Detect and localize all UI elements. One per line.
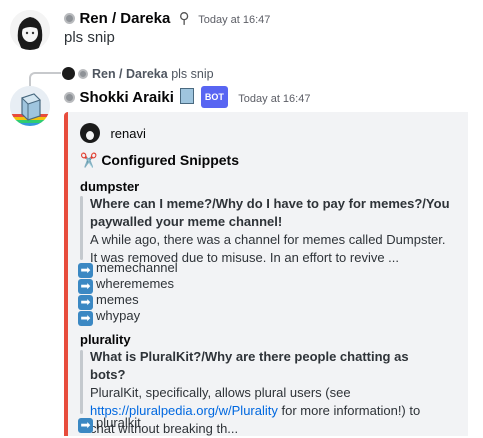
message2-author[interactable]: Shokki Araiki bbox=[79, 89, 173, 106]
alias-list-plurality: ➡ pluralkit bbox=[78, 415, 141, 433]
alias-label: pluralkit bbox=[96, 415, 141, 430]
pronoun-icon: ⚲ bbox=[178, 9, 190, 27]
avatar-shokki[interactable] bbox=[10, 86, 50, 126]
embed-author-name: renavi bbox=[110, 126, 146, 141]
message1-header: Ren / Dareka ⚲ Today at 16:47 bbox=[64, 8, 270, 28]
reply-connector-line bbox=[29, 72, 61, 86]
alias-label: memechannel bbox=[96, 260, 178, 275]
embed-author-avatar bbox=[80, 123, 100, 143]
alias-label: wherememes bbox=[96, 276, 175, 291]
alias-item: ➡ memechannel bbox=[78, 260, 178, 278]
quote-title-plurality: What is PluralKit?/Why are there people … bbox=[90, 349, 409, 382]
message2-header: Shokki Araiki BOT Today at 16:47 bbox=[64, 86, 311, 108]
field-name-dumpster: dumpster bbox=[80, 179, 140, 194]
quote-bar-dumpster bbox=[80, 196, 83, 260]
arrow-right-icon: ➡ bbox=[78, 311, 93, 326]
quote-text-plurality-pre: PluralKit, specifically, allows plural u… bbox=[90, 385, 351, 400]
reply-avatar-icon bbox=[62, 67, 75, 80]
avatar-ren-image bbox=[10, 10, 50, 50]
message2-timestamp: Today at 16:47 bbox=[238, 93, 311, 105]
alias-item: ➡ pluralkit bbox=[78, 415, 141, 433]
embed-title: ✂️ Configured Snippets bbox=[80, 152, 239, 168]
arrow-right-icon: ➡ bbox=[78, 418, 93, 433]
quote-plurality: What is PluralKit?/Why are there people … bbox=[90, 348, 435, 438]
quote-text-plurality: PluralKit, specifically, allows plural u… bbox=[90, 384, 435, 438]
avatar-ren[interactable] bbox=[10, 10, 50, 50]
reply-reference[interactable]: Ren / Dareka pls snip bbox=[62, 66, 214, 82]
reply-system-tag-icon bbox=[78, 69, 89, 79]
reply-author: Ren / Dareka bbox=[91, 67, 168, 81]
alias-item: ➡ memes bbox=[78, 292, 178, 310]
reply-text: pls snip bbox=[171, 67, 214, 81]
milk-carton-icon bbox=[180, 88, 195, 104]
alias-label: memes bbox=[96, 292, 139, 307]
bot-badge: BOT bbox=[200, 86, 228, 108]
quote-title-dumpster: Where can I meme?/Why do I have to pay f… bbox=[90, 196, 450, 229]
avatar-shokki-image bbox=[10, 86, 50, 126]
snippets-embed: renavi ✂️ Configured Snippets dumpster W… bbox=[64, 112, 468, 436]
field-name-plurality: plurality bbox=[80, 332, 131, 347]
message1-timestamp: Today at 16:47 bbox=[198, 14, 271, 26]
quote-bar-plurality bbox=[80, 350, 83, 414]
system-tag-icon bbox=[64, 13, 75, 24]
alias-item: ➡ whypay bbox=[78, 308, 178, 326]
quote-dumpster: Where can I meme?/Why do I have to pay f… bbox=[90, 195, 450, 267]
alias-label: whypay bbox=[96, 308, 141, 323]
embed-author-row: renavi bbox=[80, 123, 146, 143]
alias-list-dumpster: ➡ memechannel ➡ wherememes ➡ memes ➡ whypay bbox=[78, 260, 178, 326]
message1-text: pls snip bbox=[64, 29, 115, 46]
message1-author[interactable]: Ren / Dareka bbox=[79, 10, 170, 27]
system-tag-icon-2 bbox=[64, 92, 75, 103]
alias-item: ➡ wherememes bbox=[78, 276, 178, 294]
